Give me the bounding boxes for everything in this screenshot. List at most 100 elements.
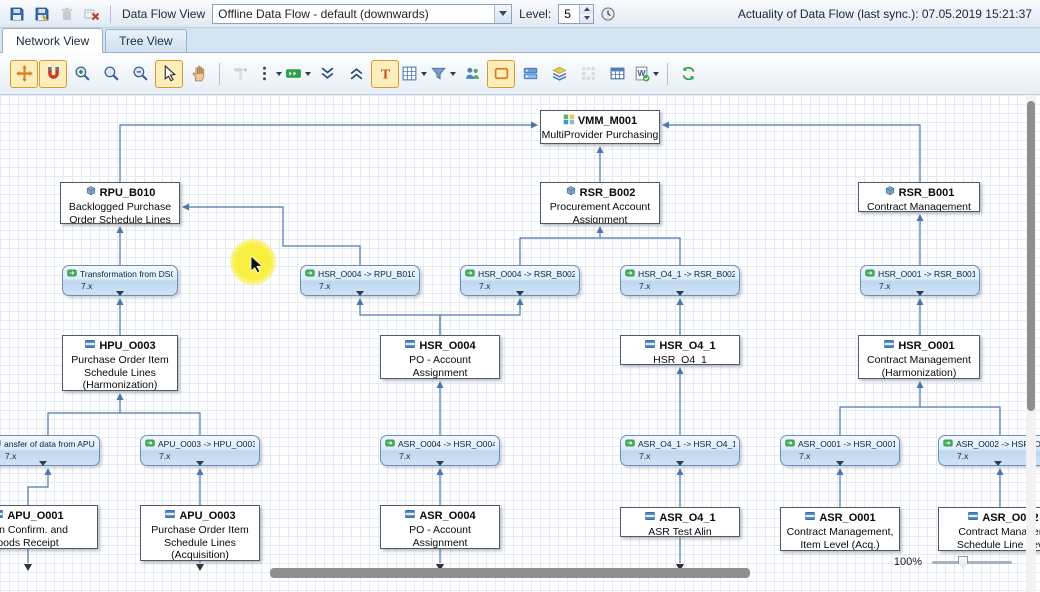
flow-direction-icon[interactable] <box>284 60 312 88</box>
level-spinner[interactable]: 5 <box>558 4 594 24</box>
expand-all-icon[interactable] <box>342 60 370 88</box>
spinner-up-button[interactable] <box>580 5 593 14</box>
expand-handle-icon[interactable] <box>676 291 684 296</box>
filter-icon[interactable] <box>429 60 457 88</box>
node-id: APU_O001 <box>7 510 63 523</box>
node-id: ASR_O4_1 <box>659 512 715 525</box>
dso-icon <box>164 508 176 524</box>
save-icon[interactable] <box>6 3 28 25</box>
node-VMM_M001[interactable]: VMM_M001MultiProvider Purchasing <box>540 110 660 144</box>
chevron-down-icon <box>584 16 590 20</box>
node-id: HSR_O004 <box>419 340 475 353</box>
expand-handle-icon[interactable] <box>116 291 124 296</box>
transformation-box[interactable]: Transformation from DSO HP...7.x <box>62 265 178 296</box>
align-grid-icon[interactable] <box>574 60 602 88</box>
node-HSR_O4_1[interactable]: HSR_O4_1HSR_O4_1 <box>620 335 740 365</box>
transformation-box[interactable]: APU_O003 -> HPU_O0037.x <box>140 435 260 466</box>
report-icon[interactable]: W <box>632 60 660 88</box>
transformation-title-row: Transformation from DSO HP... <box>67 268 173 281</box>
transformation-box[interactable]: HSR_O001 -> RSR_B0017.x <box>860 265 980 296</box>
dso-icon <box>644 510 656 526</box>
transformation-box[interactable]: ansfer of data from APU...7.x <box>0 435 100 466</box>
transformation-box[interactable]: HSR_O004 -> RSR_B0027.x <box>460 265 580 296</box>
horizontal-scrollbar-thumb[interactable] <box>270 568 750 578</box>
text-display-icon[interactable]: T <box>371 60 399 88</box>
expand-handle-icon[interactable] <box>39 461 47 466</box>
transformation-box[interactable]: ASR_O4_1 -> HSR_O4_17.x <box>620 435 740 466</box>
top-toolbar: Data Flow View Offline Data Flow - defau… <box>0 0 1040 28</box>
expand-handle-icon[interactable] <box>356 291 364 296</box>
node-ASR_O4_1[interactable]: ASR_O4_1ASR Test Alin <box>620 507 740 537</box>
transformation-box[interactable]: ASR_O001 -> HSR_O0017.x <box>780 435 900 466</box>
magnet-tool-icon[interactable] <box>39 60 67 88</box>
transformation-title-row: ASR_O004 -> HSR_O004 <box>385 438 495 451</box>
repair-icon[interactable] <box>226 60 254 88</box>
clock-icon[interactable] <box>597 3 619 25</box>
transformation-version: 7.x <box>145 451 255 461</box>
expand-handle-icon[interactable] <box>676 461 684 466</box>
spinner-down-button[interactable] <box>580 14 593 23</box>
expand-handle-icon[interactable] <box>436 461 444 466</box>
node-HSR_O001[interactable]: HSR_O001Contract Management (Harmonizati… <box>858 335 980 379</box>
transformation-title: HSR_O001 -> RSR_B001 <box>878 269 975 280</box>
pan-tool-icon[interactable] <box>184 60 212 88</box>
select-tool-icon[interactable] <box>155 60 183 88</box>
data-flow-selector-dropdown-button[interactable] <box>494 5 511 23</box>
node-label: PO - Account Assignment (Acquisition) <box>381 524 499 549</box>
zoom-slider-thumb[interactable] <box>958 556 968 569</box>
cube-icon <box>884 185 896 201</box>
node-ASR_O004[interactable]: ASR_O004PO - Account Assignment (Acquisi… <box>380 505 500 549</box>
diagram-canvas[interactable]: 100% VMM_M001MultiProvider PurchasingRPU… <box>0 95 1040 592</box>
expand-handle-icon[interactable] <box>516 291 524 296</box>
node-APU_O003[interactable]: APU_O003Purchase Order Item Schedule Lin… <box>140 505 260 561</box>
vertical-scrollbar-thumb[interactable] <box>1027 101 1035 411</box>
node-RPU_B010[interactable]: RPU_B010Backlogged Purchase Order Schedu… <box>60 182 180 224</box>
zoom-out-icon[interactable] <box>126 60 154 88</box>
transformation-box[interactable]: ASR_O002 -> HSR_O0...7.x <box>938 435 1040 466</box>
node-ASR_O001[interactable]: ASR_O001Contract Management, Item Level … <box>780 507 900 551</box>
expand-handle-icon[interactable] <box>196 461 204 466</box>
tab-network-view[interactable]: Network View <box>2 28 103 53</box>
node-HPU_O003[interactable]: HPU_O003Purchase Order Item Schedule Lin… <box>62 335 178 391</box>
transformation-icon <box>0 438 1 451</box>
data-flow-selector[interactable]: Offline Data Flow - default (downwards) <box>212 4 512 24</box>
more-options-icon[interactable] <box>255 60 283 88</box>
node-RSR_B001[interactable]: RSR_B001Contract Management <box>858 182 980 212</box>
save-all-icon[interactable] <box>31 3 53 25</box>
toolbar-separator <box>110 5 111 23</box>
zoom-original-icon[interactable] <box>97 60 125 88</box>
transformation-box[interactable]: HSR_O4_1 -> RSR_B0027.x <box>620 265 740 296</box>
zoom-in-icon[interactable] <box>68 60 96 88</box>
node-title: VMM_M001 <box>541 113 659 129</box>
authorizations-icon[interactable] <box>458 60 486 88</box>
layers-icon[interactable] <box>545 60 573 88</box>
tab-tree-view[interactable]: Tree View <box>105 29 186 52</box>
level-label: Level: <box>515 7 555 21</box>
vertical-scrollbar[interactable] <box>1026 95 1036 592</box>
transformation-title: ansfer of data from APU... <box>4 439 95 450</box>
table-display-icon[interactable] <box>400 60 428 88</box>
transformation-box[interactable]: ASR_O004 -> HSR_O0047.x <box>380 435 500 466</box>
transformation-box[interactable]: HSR_O004 -> RPU_B0107.x <box>300 265 420 296</box>
transformation-title-row: APU_O003 -> HPU_O003 <box>145 438 255 451</box>
dso-icon <box>644 338 656 354</box>
system-icon[interactable] <box>516 60 544 88</box>
collapse-all-icon[interactable] <box>313 60 341 88</box>
delete-icon[interactable] <box>56 3 78 25</box>
expand-handle-icon[interactable] <box>994 461 1002 466</box>
data-table-icon[interactable] <box>603 60 631 88</box>
expand-handle-icon[interactable] <box>836 461 844 466</box>
dso-icon <box>967 510 979 526</box>
node-HSR_O004[interactable]: HSR_O004PO - Account Assignment (Harmoni… <box>380 335 500 379</box>
move-tool-icon[interactable] <box>10 60 38 88</box>
transformation-icon <box>67 268 77 281</box>
expand-handle-icon[interactable] <box>916 291 924 296</box>
node-ASR_O002[interactable]: ASR_O002Contract Managem Schedule Line L… <box>938 507 1040 551</box>
node-RSR_B002[interactable]: RSR_B002Procurement Account Assignment <box>540 182 660 224</box>
remove-data-flow-icon[interactable] <box>81 3 103 25</box>
frame-select-icon[interactable] <box>487 60 515 88</box>
node-APU_O001[interactable]: APU_O001tion Confirm. and oods Receipt <box>0 505 98 549</box>
transformation-title: APU_O003 -> HPU_O003 <box>158 439 255 450</box>
refresh-icon[interactable] <box>674 60 702 88</box>
zoom-slider[interactable] <box>932 561 1012 564</box>
